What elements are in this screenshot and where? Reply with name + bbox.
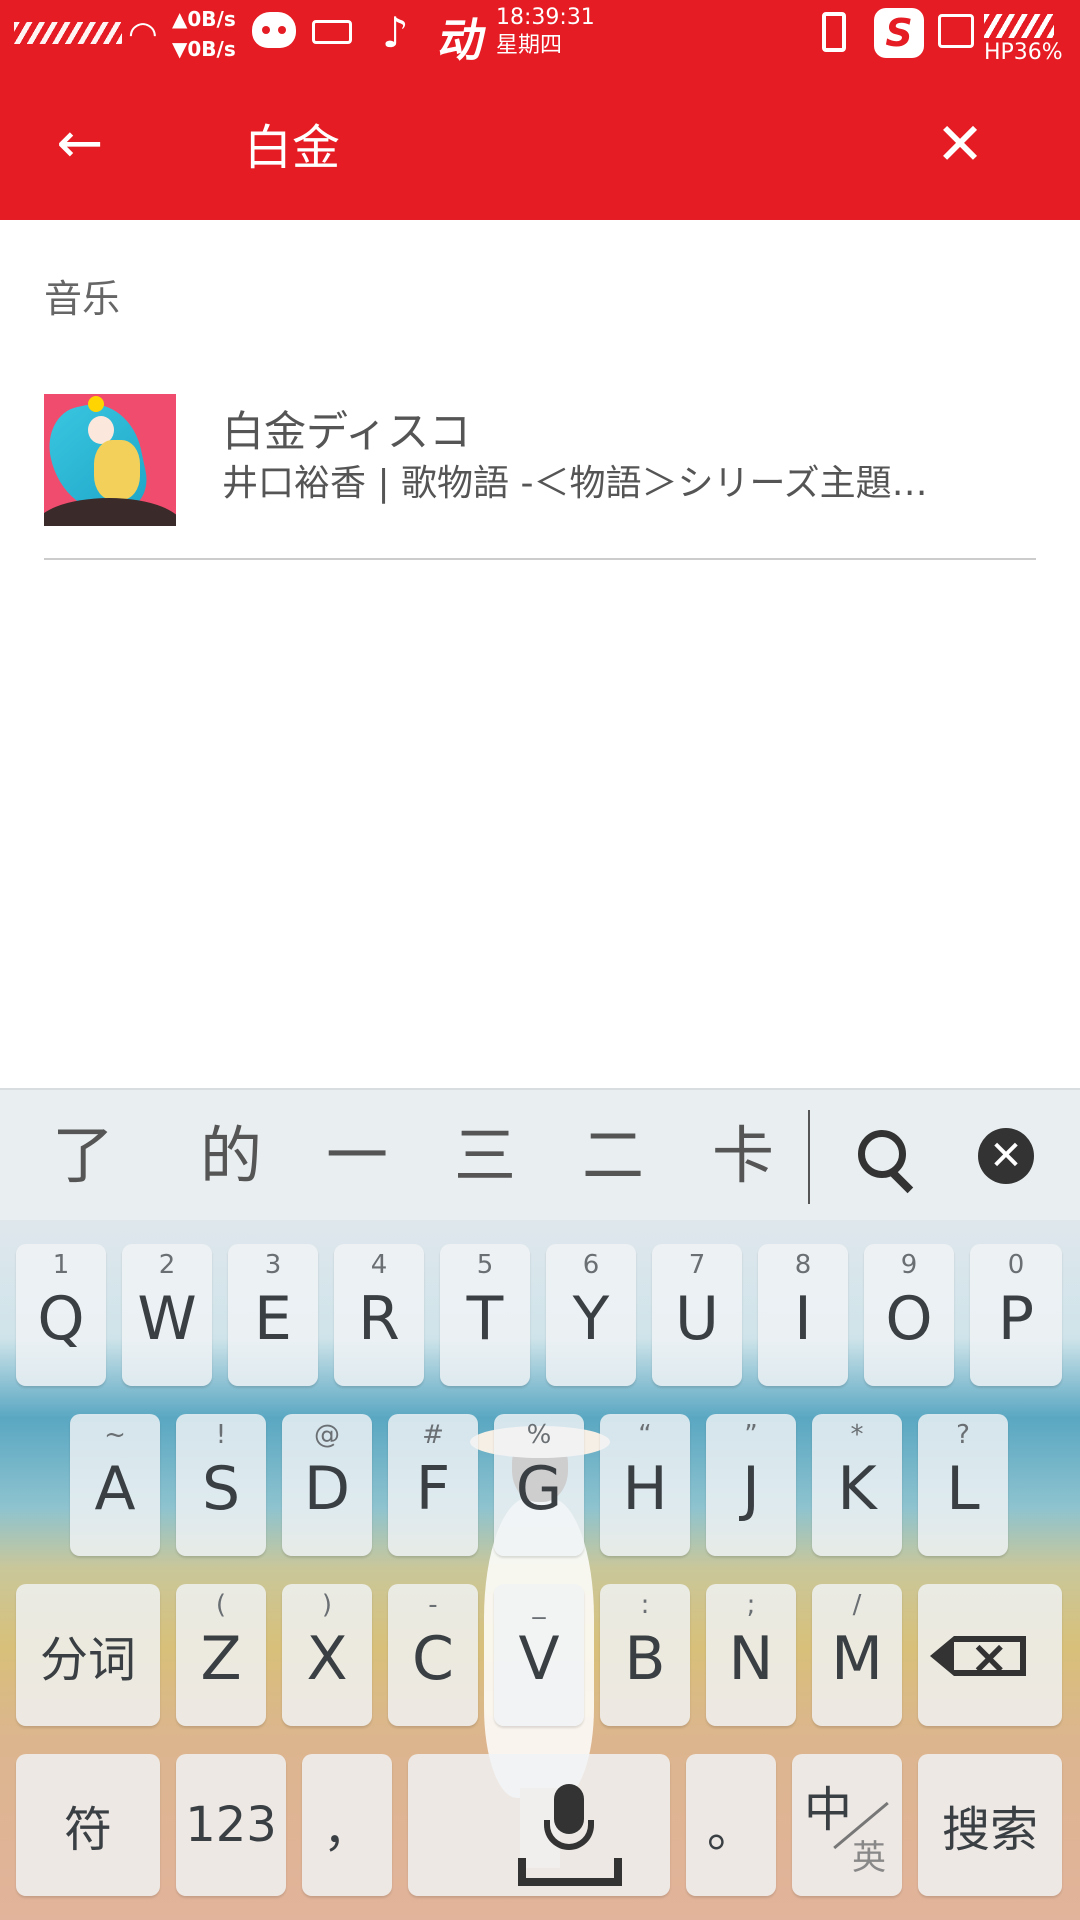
candidate-6[interactable]: 卡 bbox=[712, 1118, 774, 1194]
key-b[interactable]: :B bbox=[600, 1584, 690, 1726]
numbers-key[interactable]: 123 bbox=[176, 1754, 286, 1896]
candidate-bar: 了 的 一 三 二 卡 ✕ bbox=[0, 1088, 1080, 1220]
sogou-icon: S bbox=[874, 8, 924, 58]
candidate-2[interactable]: 的 bbox=[200, 1118, 262, 1194]
phone-icon bbox=[822, 12, 846, 52]
key-c[interactable]: -C bbox=[388, 1584, 478, 1726]
dong-icon: 动 bbox=[434, 13, 491, 67]
song-subtitle: 井口裕香 | 歌物語 -＜物語＞シリーズ主題… bbox=[222, 463, 928, 504]
key-v[interactable]: _ V bbox=[494, 1584, 584, 1726]
key-j[interactable]: ” J bbox=[706, 1414, 796, 1556]
key-a[interactable]: ~ A bbox=[70, 1414, 160, 1556]
candidate-3[interactable]: 一 bbox=[326, 1118, 388, 1194]
time: 18:39:31 bbox=[496, 5, 595, 30]
speed-down: ▼0B/s bbox=[172, 37, 236, 61]
language-switch-key[interactable]: 中 英 bbox=[792, 1754, 902, 1896]
symbol-key[interactable]: 符 bbox=[16, 1754, 160, 1896]
search-key[interactable]: 搜索 bbox=[918, 1754, 1062, 1896]
key-n[interactable]: ; N bbox=[706, 1584, 796, 1726]
key-r[interactable]: 4R bbox=[334, 1244, 424, 1386]
candidate-1[interactable]: 了 bbox=[52, 1118, 114, 1194]
key-z[interactable]: (Z bbox=[176, 1584, 266, 1726]
key-u[interactable]: 7U bbox=[652, 1244, 742, 1386]
key-m[interactable]: / M bbox=[812, 1584, 902, 1726]
song-title: 白金ディスコ bbox=[222, 407, 472, 456]
search-input[interactable]: 白金 bbox=[244, 112, 340, 184]
key-w[interactable]: 2W bbox=[122, 1244, 212, 1386]
microphone-icon bbox=[518, 1784, 622, 1894]
key-g[interactable]: % G bbox=[494, 1414, 584, 1556]
lang-zh-label: 中 bbox=[804, 1782, 853, 1838]
candidate-divider bbox=[808, 1110, 810, 1204]
soft-keyboard: 了 的 一 三 二 卡 ✕ 1Q 2W 3E 4R 5T 6Y 7U 8I 9O… bbox=[0, 1088, 1080, 1920]
backspace-key[interactable] bbox=[918, 1584, 1062, 1726]
key-l[interactable]: ? L bbox=[918, 1414, 1008, 1556]
key-y[interactable]: 6Y bbox=[546, 1244, 636, 1386]
key-t[interactable]: 5T bbox=[440, 1244, 530, 1386]
music-note-icon: ♪ bbox=[382, 8, 409, 57]
weekday: 星期四 bbox=[496, 33, 563, 58]
candidate-5[interactable]: 二 bbox=[582, 1118, 644, 1194]
space-key[interactable] bbox=[408, 1754, 670, 1896]
close-icon[interactable]: ✕ bbox=[920, 104, 1000, 184]
candidate-4[interactable]: 三 bbox=[454, 1118, 516, 1194]
key-d[interactable]: @ D bbox=[282, 1414, 372, 1556]
search-icon[interactable] bbox=[856, 1128, 916, 1188]
clock: 18:39:31 星期四 bbox=[496, 4, 595, 60]
key-i[interactable]: 8I bbox=[758, 1244, 848, 1386]
battery-icon bbox=[984, 14, 1054, 38]
lang-en-label: 英 bbox=[852, 1838, 886, 1878]
key-s[interactable]: ! S bbox=[176, 1414, 266, 1556]
key-o[interactable]: 9O bbox=[864, 1244, 954, 1386]
close-icon[interactable]: ✕ bbox=[978, 1128, 1034, 1184]
key-q[interactable]: 1Q bbox=[16, 1244, 106, 1386]
signal-icon bbox=[14, 22, 122, 44]
cat-face-icon bbox=[252, 12, 296, 48]
status-bar: ◠ ▲0B/s ▼0B/s ♪ 动 18:39:31 星期四 S HP36% bbox=[0, 0, 1080, 76]
key-x[interactable]: ) X bbox=[282, 1584, 372, 1726]
arrow-left-icon[interactable]: ← bbox=[40, 104, 120, 184]
key-h[interactable]: “H bbox=[600, 1414, 690, 1556]
backspace-icon bbox=[930, 1630, 1026, 1684]
comma-key[interactable]: ， bbox=[302, 1754, 392, 1896]
network-speed: ▲0B/s ▼0B/s bbox=[172, 4, 236, 64]
key-f[interactable]: # F bbox=[388, 1414, 478, 1556]
wifi-icon: ◠ bbox=[128, 14, 158, 54]
key-k[interactable]: * K bbox=[812, 1414, 902, 1556]
period-key[interactable]: 。 bbox=[686, 1754, 776, 1896]
section-label-music: 音乐 bbox=[44, 277, 121, 321]
keyboard-icon bbox=[312, 20, 352, 44]
segment-key[interactable]: 分词 bbox=[16, 1584, 160, 1726]
gallery-icon bbox=[938, 14, 974, 48]
key-p[interactable]: 0P bbox=[970, 1244, 1062, 1386]
search-toolbar: ← 白金 ✕ bbox=[0, 76, 1080, 220]
list-item[interactable]: 白金ディスコ 井口裕香 | 歌物語 -＜物語＞シリーズ主題… bbox=[44, 380, 1036, 560]
battery-level: HP36% bbox=[984, 40, 1063, 65]
album-art bbox=[44, 394, 176, 526]
speed-up: ▲0B/s bbox=[172, 7, 236, 31]
key-e[interactable]: 3E bbox=[228, 1244, 318, 1386]
